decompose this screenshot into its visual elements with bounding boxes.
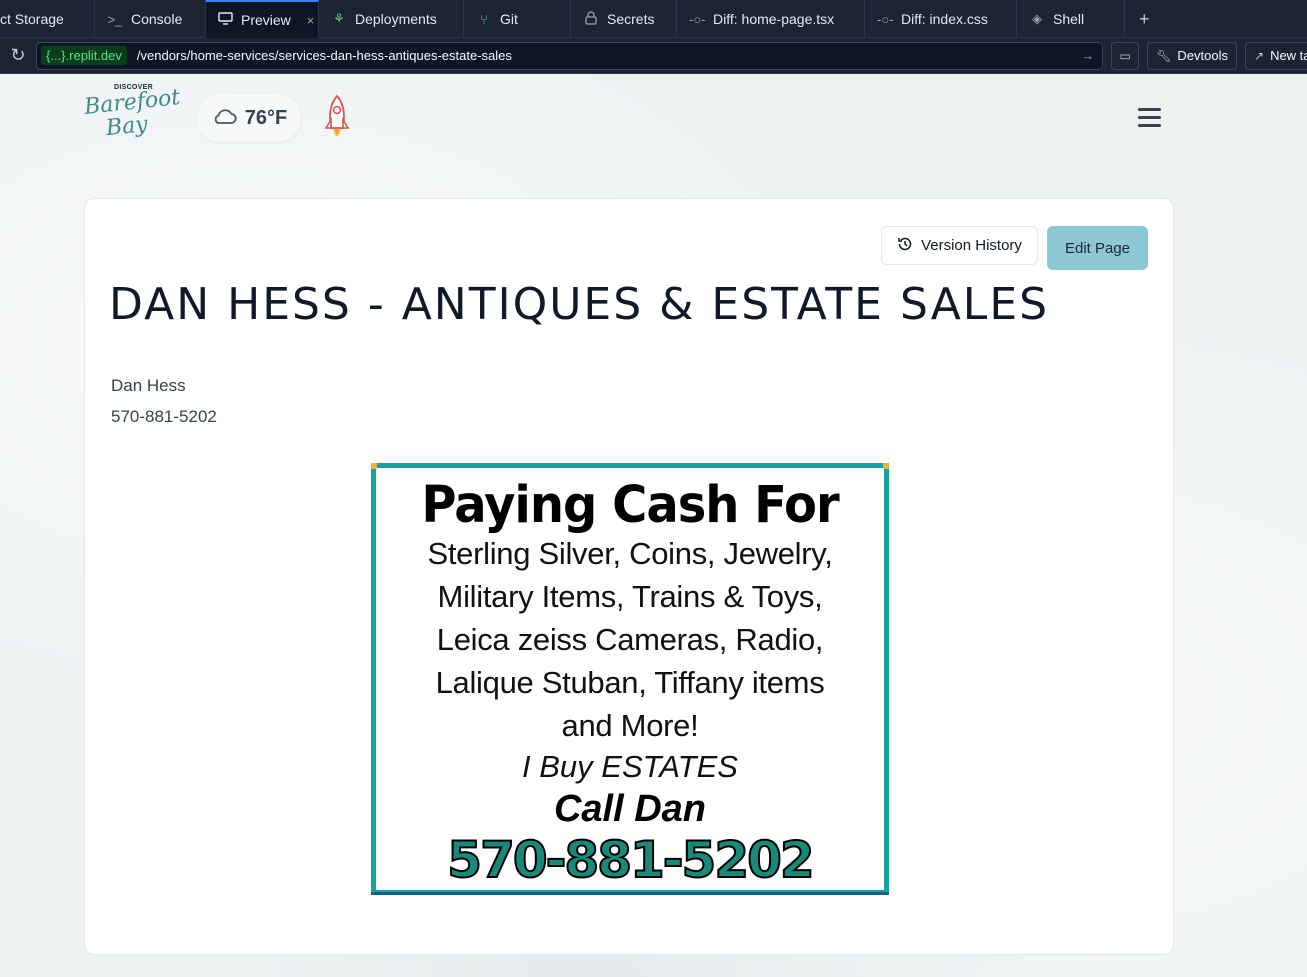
tab-label: Preview [241,12,291,28]
lock-icon [583,10,599,28]
version-history-button[interactable]: Version History [881,226,1038,265]
ad-text: Paying Cash For Sterling Silver, Coins, … [376,475,884,890]
monitor-icon [218,12,233,28]
version-history-label: Version History [921,237,1022,254]
shell-icon: ◈ [1032,11,1042,26]
tab-label: Secrets [607,11,655,27]
tab-shell[interactable]: ◈ Shell [1017,0,1125,38]
ad-line: Lalique Stuban, Tiffany items [435,665,825,700]
new-tab-label: New ta [1270,48,1307,63]
temperature: 76°F [244,106,288,129]
preview-url-bar: ↻ {...}.replit.dev /vendors/home-service… [0,38,1307,74]
ad-line: Military Items, Trains & Toys, [437,579,823,614]
ad-line: and More! [561,708,699,743]
devtools-label: Devtools [1177,48,1228,63]
ad-italic-line: I Buy ESTATES [522,749,738,784]
rocket-icon[interactable] [322,94,352,146]
tab-label: Shell [1053,11,1085,27]
device-toggle-button[interactable]: ▭ [1111,41,1140,70]
tab-label: Diff: home-page.tsx [713,11,835,27]
cloud-icon [211,107,237,130]
git-branch-icon: ⑂ [480,11,488,27]
ide-tab-bar: ct Storage >_ Console Preview × ⚘ Deploy… [0,0,1307,38]
contact-phone[interactable]: 570-881-5202 [111,401,217,432]
ad-line: Sterling Silver, Coins, Jewelry, [427,536,833,571]
screen-icon: ▭ [1119,48,1131,63]
ad-line: Leica zeiss Cameras, Radio, [436,622,824,657]
reload-icon[interactable]: ↻ [8,45,28,66]
tab-label: Git [500,11,518,27]
tab-preview[interactable]: Preview × [206,0,319,38]
tab-label: ct Storage [0,11,64,27]
contact-name: Dan Hess [111,376,186,395]
tab-storage[interactable]: ct Storage [0,0,95,38]
tab-deployments[interactable]: ⚘ Deployments [319,0,464,38]
tab-diff-index-css[interactable]: -○- Diff: index.css [865,0,1017,38]
domain-chip[interactable]: {...}.replit.dev [41,46,127,65]
ad-bottom-line [371,892,889,895]
ad-phone: 570-881-5202 [446,830,815,890]
site-logo[interactable]: DISCOVER Barefoot Bay [83,84,181,146]
add-tab-button[interactable]: + [1125,0,1164,38]
contact-info: Dan Hess 570-881-5202 [111,370,217,432]
diff-icon: -○- [689,11,706,27]
logo-line-2: Bay [104,111,149,142]
external-link-icon: ↗ [1254,48,1265,63]
tab-secrets[interactable]: Secrets [571,0,677,38]
tab-console[interactable]: >_ Console [95,0,206,38]
tab-label: Deployments [355,11,437,27]
new-tab-button[interactable]: ↗ New ta [1245,41,1307,70]
tab-git[interactable]: ⑂ Git [464,0,571,38]
page-title: Dan Hess - Antiques & Estate Sales [109,279,1050,330]
ad-corner [371,463,377,469]
ad-headline: Paying Cash For [421,475,839,535]
close-icon[interactable]: × [307,13,315,28]
tab-label: Diff: index.css [901,11,988,27]
ad-call-line: Call Dan [553,788,707,830]
menu-icon[interactable] [1138,108,1162,128]
url-field[interactable]: {...}.replit.dev /vendors/home-services/… [36,41,1104,70]
arrow-right-icon[interactable]: → [1081,48,1098,63]
wrench-icon: 🔧︎ [1156,48,1172,63]
vendor-ad-image: Paying Cash For Sterling Silver, Coins, … [371,463,889,895]
ad-corner [883,463,889,469]
devtools-button[interactable]: 🔧︎ Devtools [1147,41,1237,70]
deploy-icon: ⚘ [333,11,345,26]
site-preview: DISCOVER Barefoot Bay 76°F Version Histo… [0,74,1307,977]
history-icon [897,236,913,256]
diff-icon: -○- [877,11,894,27]
terminal-icon: >_ [107,11,123,27]
vendor-card: Version History Edit Page Dan Hess - Ant… [84,198,1174,955]
tab-diff-home-page[interactable]: -○- Diff: home-page.tsx [677,0,865,38]
weather-widget[interactable]: 76°F [197,94,301,142]
site-header: DISCOVER Barefoot Bay 76°F [0,74,1307,164]
tab-label: Console [131,11,183,27]
url-path[interactable]: /vendors/home-services/services-dan-hess… [137,48,1071,63]
edit-page-button[interactable]: Edit Page [1047,226,1148,270]
